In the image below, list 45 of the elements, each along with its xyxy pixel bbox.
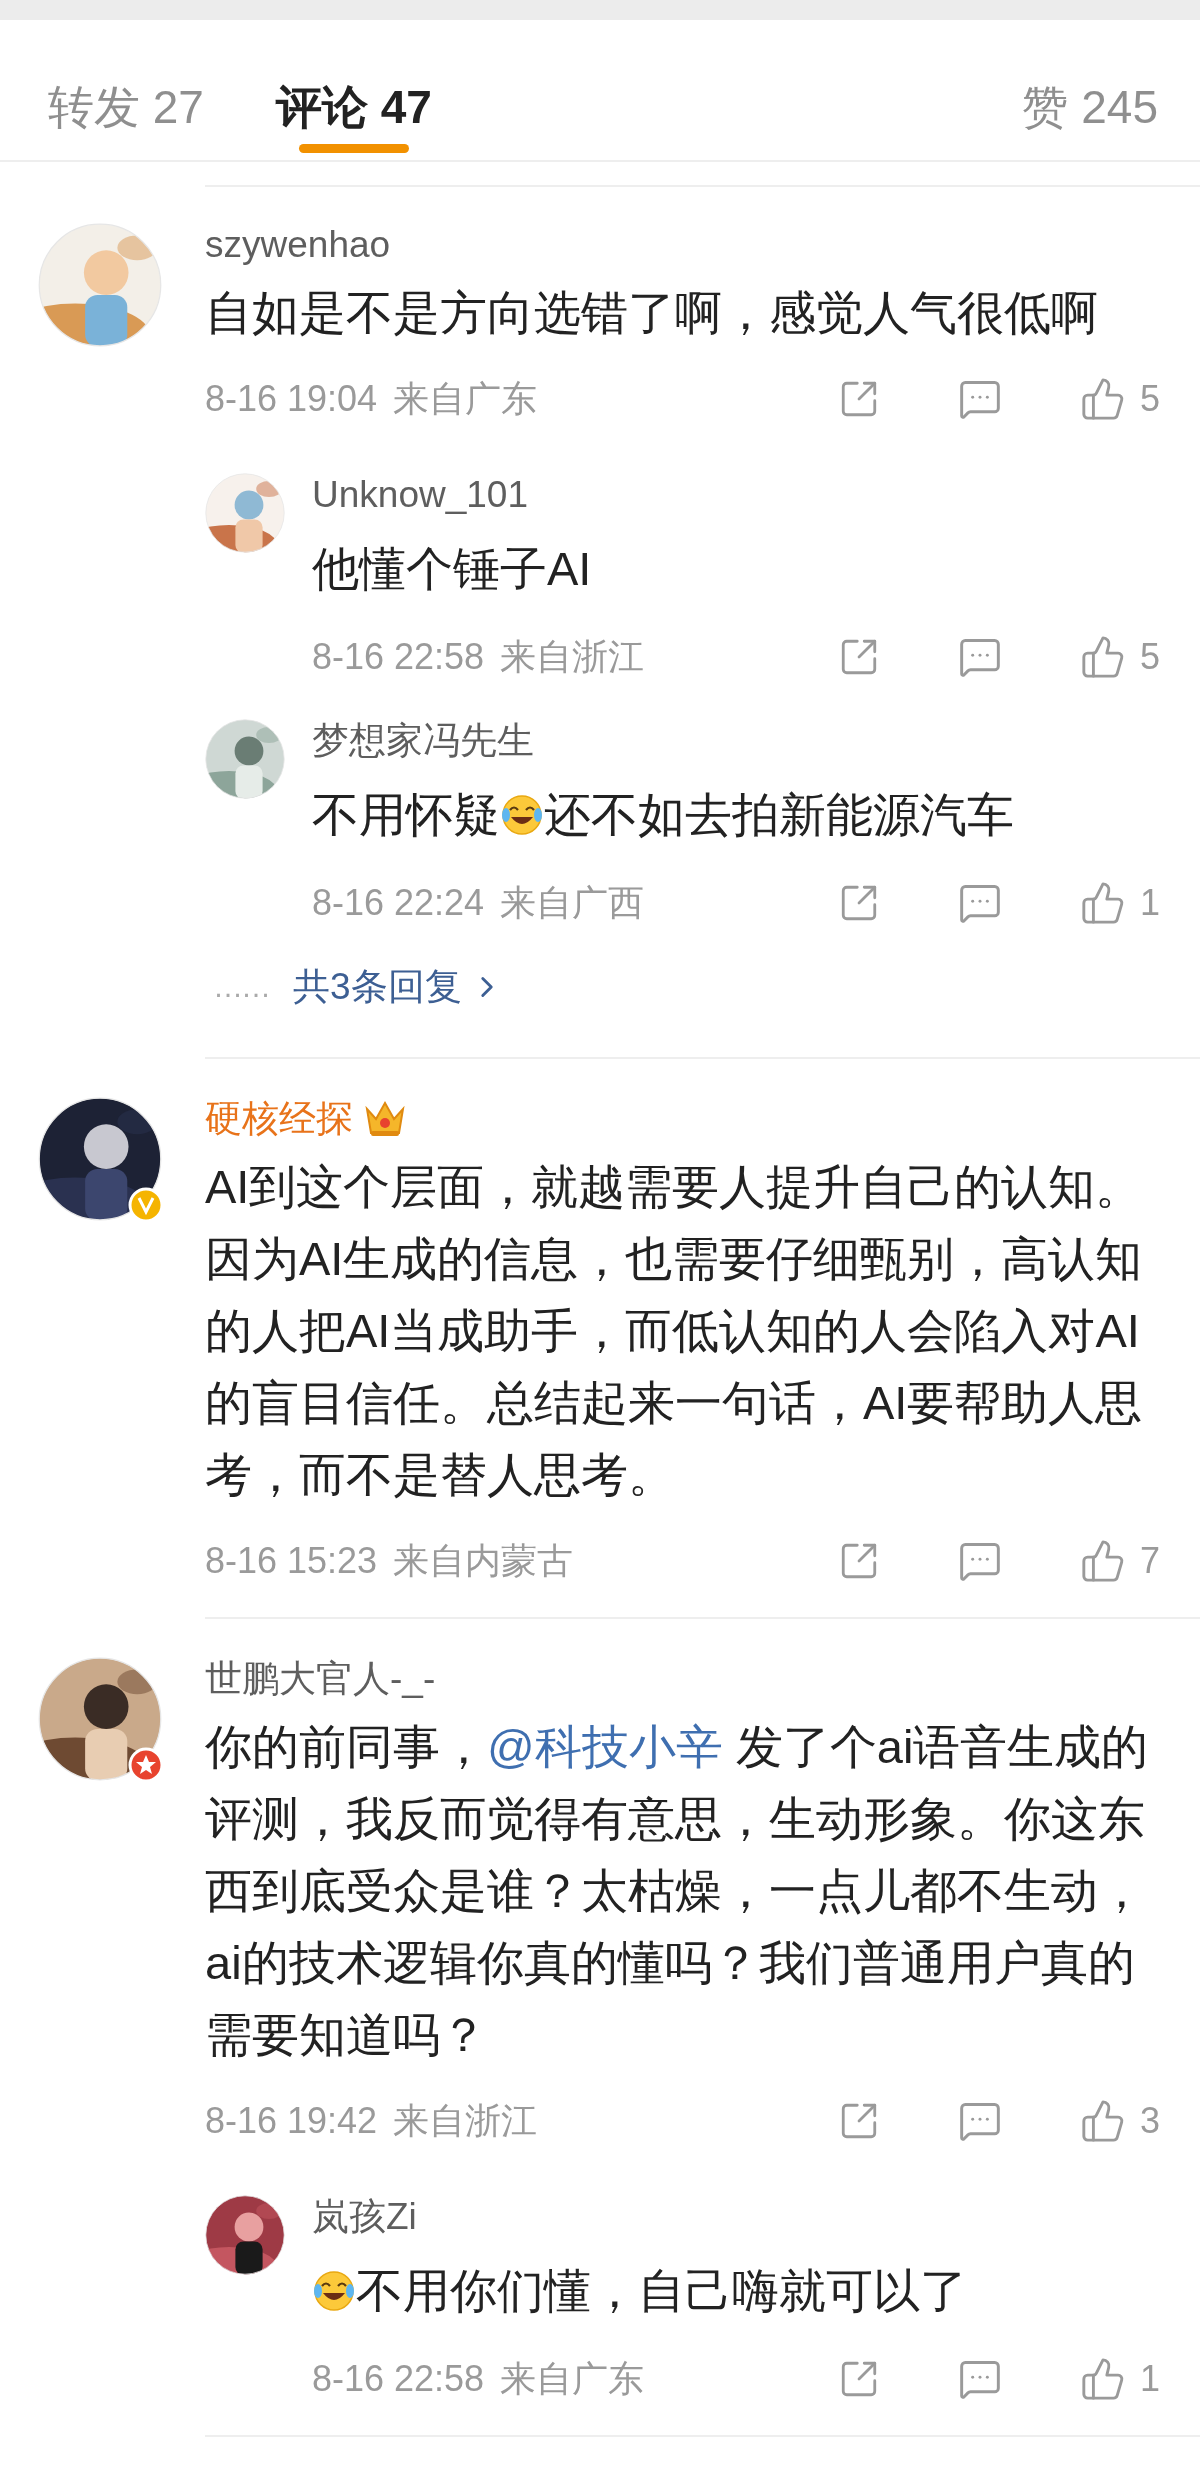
thumbs-up-icon: [1079, 1538, 1126, 1584]
comment-time: 8-16 22:58: [312, 636, 485, 678]
user-name[interactable]: 硬核经探: [205, 1097, 353, 1141]
comment-time: 8-16 22:58: [312, 2358, 485, 2400]
comment-text: 他懂个锤子AI: [312, 541, 593, 597]
comment-time: 8-16 22:24: [312, 882, 485, 924]
comment-location: 来自内蒙古: [393, 1538, 574, 1583]
like-button[interactable]: 3: [1079, 2098, 1160, 2144]
more-replies-link[interactable]: 共3条回复: [293, 962, 504, 1012]
thumbs-up-icon: [1079, 376, 1126, 422]
comment-text: AI到这个层面，就越需要人提升自己的认知。因为AI生成的信息，也需要仔细甄别，高认知的人把AI当成助手，而低认知的人会陷入对AI的盲目信任。总结起来一句话，AI要帮助人思考，而不是替人思考。: [205, 1159, 1144, 1503]
like-button[interactable]: 1: [1079, 880, 1160, 926]
like-button[interactable]: 7: [1079, 1538, 1160, 1584]
like-button[interactable]: 5: [1079, 376, 1160, 422]
comment-location: 来自广东: [393, 376, 538, 421]
comment-location: 来自广东: [500, 2356, 645, 2401]
user-name[interactable]: 梦想家冯先生: [312, 719, 534, 763]
user-name[interactable]: szywenhao: [205, 223, 391, 267]
comment-text: 不用你们懂，自己嗨就可以了: [312, 2255, 1160, 2327]
tab[interactable]: 转发 27: [48, 20, 204, 160]
thumbs-up-icon: [1079, 2098, 1126, 2144]
user-name[interactable]: 世鹏大官人-_-: [205, 1657, 436, 1701]
thumbs-up-icon: [1079, 2356, 1126, 2402]
user-name[interactable]: Unknow_101: [312, 473, 528, 517]
comment-time: 8-16 19:04: [205, 378, 378, 420]
comment-location: 来自广西: [500, 880, 645, 925]
comment-location: 来自浙江: [500, 634, 645, 679]
comment-location: 来自浙江: [393, 2098, 538, 2143]
thumbs-up-icon: [1079, 634, 1126, 680]
mention-link[interactable]: @科技小辛: [487, 1720, 723, 1773]
laughing-emoji-icon: [312, 2269, 356, 2313]
comment-time: 8-16 19:42: [205, 2100, 378, 2142]
tab[interactable]: 评论 47: [275, 20, 432, 160]
comment-text: 不用怀疑 还不如去拍新能源汽车: [312, 787, 1015, 843]
ellipsis-dots: ……: [213, 970, 269, 1004]
laughing-emoji-icon: [500, 793, 544, 837]
tab[interactable]: 赞 245: [1022, 20, 1158, 160]
comment-text: 你的前同事，@科技小辛 发了个ai语音生成的评测，我反而觉得有意思，生动形象。你这东西到底受众是谁？太枯燥，一点儿都不生动，ai的技术逻辑你真的懂吗？我们普通用户真的需要知道吗？: [205, 1719, 1150, 2063]
thumbs-up-icon: [1079, 880, 1126, 926]
comment-text: 自如是不是方向选错了啊，感觉人气很低啊: [205, 285, 1099, 341]
user-name[interactable]: 岚孩Zi: [312, 2195, 417, 2239]
comment-time: 8-16 15:23: [205, 1540, 378, 1582]
like-button[interactable]: 5: [1079, 634, 1160, 680]
like-button[interactable]: 1: [1079, 2356, 1160, 2402]
crown-icon: [363, 1099, 407, 1139]
